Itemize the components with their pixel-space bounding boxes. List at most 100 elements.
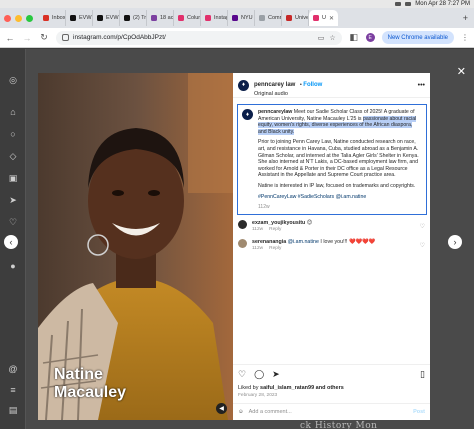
tab-favicon-icon <box>232 15 238 21</box>
bookmark-star-icon[interactable]: ☆ <box>329 34 335 42</box>
tab-favicon-icon <box>205 15 211 21</box>
tab-favicon-icon <box>151 15 157 21</box>
browser-tab[interactable]: EVW <box>93 10 120 26</box>
browser-tab[interactable]: 18 ac <box>147 10 174 26</box>
commenter-avatar[interactable] <box>238 238 247 248</box>
caption-timestamp: 112w <box>258 204 270 211</box>
tab-favicon-icon <box>178 15 184 21</box>
tab-favicon-icon <box>124 15 130 21</box>
mute-audio-icon[interactable]: ◀ <box>216 403 227 414</box>
post-caption: ♦ penncareylaw Meet our Sadie Scholar Cl… <box>237 104 427 215</box>
close-tab-icon[interactable]: ✕ <box>329 15 334 22</box>
caption-paragraph-3: Natine is interested in IP law, focused … <box>258 182 416 189</box>
like-icon[interactable]: ♡ <box>238 369 246 380</box>
tab-label: Unive <box>295 15 309 21</box>
add-comment-input[interactable]: Add a comment... <box>249 409 292 415</box>
caption-text: penncareylaw Meet our Sadie Scholar Clas… <box>258 109 422 211</box>
emoji-icon[interactable]: ☺ <box>238 409 244 415</box>
reply-button[interactable]: Reply <box>269 227 281 232</box>
post-detail-panel: ♦ penncarey law • Follow Original audio … <box>233 73 430 420</box>
notifications-icon[interactable]: ♡ <box>8 217 18 227</box>
caption-hashtags[interactable]: #PennCareyLaw #SadieScholars @i.am.natin… <box>258 194 422 201</box>
share-icon[interactable]: ➤ <box>272 369 280 380</box>
reels-icon[interactable]: ▣ <box>8 173 18 183</box>
post-actions: ♡ ◯ ➤ ▯ Liked by saiful_islam_ratan99 an… <box>233 364 430 398</box>
url-field[interactable]: instagram.com/p/CpOdAbbJPzt/ ▭ ☆ <box>56 30 342 45</box>
caption-username[interactable]: penncareylaw <box>258 109 292 115</box>
tab-strip: Inbox EVW EVW (2) Tr 18 ac Colun Instag NYU Comr… <box>0 8 474 28</box>
previous-post-arrow[interactable]: ‹ <box>4 235 18 249</box>
tab-favicon-icon <box>70 15 76 21</box>
close-window-button[interactable] <box>4 14 11 22</box>
post-modal: Natine Macauley ◀ ♦ penncarey law • Foll… <box>38 73 430 420</box>
forward-button[interactable]: → <box>22 33 32 43</box>
site-info-icon[interactable] <box>62 34 69 41</box>
tab-favicon-icon <box>43 15 49 21</box>
reply-button[interactable]: Reply <box>269 246 281 251</box>
commenter-username[interactable]: serenanangia <box>252 239 286 245</box>
window-controls <box>4 14 33 22</box>
menubar-datetime: Mon Apr 28 7:27 PM <box>415 1 470 7</box>
comment-timestamp: 112w <box>252 226 264 232</box>
profile-icon[interactable]: ● <box>8 261 18 271</box>
reload-button[interactable]: ↻ <box>39 32 49 43</box>
liked-by-user[interactable]: saiful_islam_ratan99 <box>260 385 314 391</box>
zoom-window-button[interactable] <box>26 14 33 22</box>
comment-icon[interactable]: ◯ <box>254 369 264 380</box>
post-comment-button[interactable]: Post <box>413 409 425 415</box>
comment-timestamp: 112w <box>252 245 264 251</box>
browser-tab[interactable]: NYU <box>228 10 255 26</box>
instagram-logo-icon[interactable]: ◎ <box>8 75 18 85</box>
minimize-window-button[interactable] <box>15 14 22 22</box>
browser-tab[interactable]: Instag <box>201 10 228 26</box>
comment-item: serenanangia @i.am.natine I love you!!! … <box>233 236 430 251</box>
threads-icon[interactable]: @ <box>8 364 18 374</box>
browser-tab[interactable]: Colun <box>174 10 201 26</box>
home-icon[interactable]: ⌂ <box>8 107 18 117</box>
new-tab-button[interactable]: + <box>457 13 474 23</box>
comment-mention[interactable]: @i.am.natine <box>286 239 319 245</box>
like-comment-icon[interactable]: ♡ <box>420 223 425 230</box>
tab-label: Inbox <box>52 15 66 21</box>
browser-tab[interactable]: Inbox <box>39 10 66 26</box>
also-from-meta-icon[interactable]: ▤ <box>8 405 18 415</box>
tab-label: Instag <box>214 15 228 21</box>
url-text: instagram.com/p/CpOdAbbJPzt/ <box>73 34 166 41</box>
caption-avatar[interactable]: ♦ <box>242 109 253 120</box>
close-post-icon[interactable]: ✕ <box>457 65 466 78</box>
search-icon[interactable]: ○ <box>8 129 18 139</box>
tab-favicon-icon <box>97 15 103 21</box>
messages-icon[interactable]: ➤ <box>8 195 18 205</box>
post-photo: Natine Macauley ◀ <box>38 73 233 420</box>
liked-by-others[interactable]: and others <box>314 385 344 391</box>
commenter-avatar[interactable] <box>238 219 247 229</box>
browser-tab[interactable]: Comr <box>255 10 282 26</box>
follow-button[interactable]: Follow <box>303 82 322 88</box>
original-audio-link[interactable]: Original audio <box>254 91 322 97</box>
browser-tab[interactable]: U ✕ <box>309 10 339 26</box>
browser-tab[interactable]: (2) Tr <box>120 10 147 26</box>
post-date: February 28, 2023 <box>238 393 278 398</box>
cast-icon[interactable]: ▭ <box>318 34 325 42</box>
chrome-menu-icon[interactable]: ⋮ <box>461 33 469 42</box>
next-post-arrow[interactable]: › <box>448 235 462 249</box>
tabs: Inbox EVW EVW (2) Tr 18 ac Colun Instag NYU Comr… <box>39 10 457 26</box>
account-username[interactable]: penncarey law <box>254 82 295 88</box>
post-options-icon[interactable]: ••• <box>418 82 425 89</box>
back-button[interactable]: ← <box>5 33 15 43</box>
tab-label: Colun <box>187 15 201 21</box>
like-comment-icon[interactable]: ♡ <box>420 242 425 249</box>
extensions-icon[interactable]: ◧ <box>349 32 359 43</box>
save-bookmark-icon[interactable]: ▯ <box>420 369 425 380</box>
account-avatar[interactable]: ♦ <box>238 79 249 91</box>
explore-icon[interactable]: ◇ <box>8 151 18 161</box>
browser-tab[interactable]: EVW <box>66 10 93 26</box>
browser-tab[interactable]: Unive <box>282 10 309 26</box>
add-comment-bar: ☺ Add a comment... Post <box>233 403 430 420</box>
commenter-username[interactable]: exzam_youjikyousitu <box>252 220 305 226</box>
more-menu-icon[interactable]: ≡ <box>8 385 18 395</box>
new-chrome-available-button[interactable]: New Chrome available <box>381 31 454 44</box>
profile-avatar[interactable]: E <box>365 33 375 42</box>
photo-caption-first-name: Natine <box>54 366 103 383</box>
background-feed-text: ck History Mon <box>300 421 378 429</box>
